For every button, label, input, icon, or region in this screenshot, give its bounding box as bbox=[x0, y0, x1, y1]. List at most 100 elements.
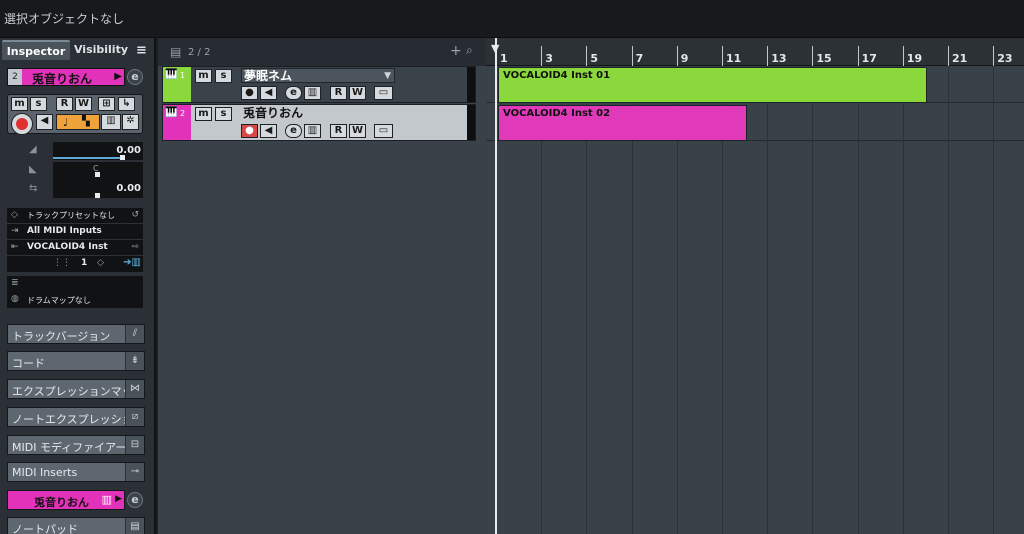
edit-instrument-button[interactable]: e bbox=[285, 86, 302, 100]
mute-button[interactable]: m bbox=[195, 107, 212, 121]
keyboard-icon[interactable]: ▥ bbox=[101, 114, 121, 130]
midi-part[interactable]: VOCALOID4 Inst 02 bbox=[498, 105, 747, 141]
lanes-icon[interactable]: ▭ bbox=[374, 86, 393, 100]
project-cursor[interactable] bbox=[495, 38, 497, 534]
read-automation-button[interactable]: R bbox=[56, 97, 73, 111]
routing-icon[interactable]: ↳ bbox=[118, 97, 135, 111]
search-icon[interactable]: ⌕ bbox=[466, 43, 473, 58]
grid-line bbox=[993, 66, 995, 534]
write-automation-button[interactable]: W bbox=[349, 86, 366, 100]
pan-fader[interactable]: C bbox=[53, 162, 143, 180]
notepad-icon: ▤ bbox=[125, 518, 144, 534]
instrument-icon: ◇ bbox=[97, 258, 104, 268]
channel-row[interactable]: ⋮⋮ 1 ◇ ➔▥ bbox=[7, 256, 143, 272]
keyboard-icon[interactable]: ▥ bbox=[304, 86, 321, 100]
edit-instrument-button[interactable]: e bbox=[285, 124, 302, 138]
collapse-arrow-icon[interactable]: ▶ bbox=[114, 71, 122, 82]
volume-knob[interactable] bbox=[120, 155, 125, 160]
record-enable-button[interactable] bbox=[11, 113, 33, 135]
output-routing-row[interactable]: ⇤ VOCALOID4 Inst ⇨ bbox=[7, 240, 143, 256]
bar-number: 9 bbox=[680, 52, 689, 65]
edit-instrument-button[interactable]: e bbox=[127, 69, 143, 85]
section-expression-map[interactable]: エクスプレッションマップ ⋈ bbox=[7, 379, 145, 399]
tab-visibility[interactable]: Visibility bbox=[72, 40, 130, 60]
edit-instrument-button[interactable]: e bbox=[127, 492, 143, 508]
note-icon: ♩ bbox=[63, 116, 69, 129]
gear-icon[interactable]: ✲ bbox=[122, 114, 139, 130]
drum-map-label[interactable]: ドラムマップなし bbox=[27, 295, 91, 306]
bar-marker bbox=[902, 46, 904, 66]
preset-row[interactable]: ◇ トラックプリセットなし ↺ bbox=[7, 208, 143, 224]
section-label: MIDI モディファイアー bbox=[12, 441, 127, 454]
track-row[interactable]: 🎹 1 m s 夢眠ネム ▼ ● ◀ e ▥ R W ▭ bbox=[162, 66, 476, 103]
track-edge bbox=[467, 105, 475, 140]
mute-button[interactable]: m bbox=[11, 97, 28, 111]
output-arrow-icon[interactable]: ⇨ bbox=[131, 242, 139, 252]
timebase-toggle[interactable]: ♩ ▚ bbox=[56, 114, 100, 130]
expression-map-icon: ⋈ bbox=[125, 380, 144, 398]
read-automation-button[interactable]: R bbox=[330, 86, 347, 100]
section-midi-inserts[interactable]: MIDI Inserts ⊸ bbox=[7, 462, 145, 482]
keyboard-icon[interactable]: ▥ bbox=[304, 124, 321, 138]
volume-fader[interactable]: 0.00 bbox=[53, 142, 143, 160]
write-automation-button[interactable]: W bbox=[349, 124, 366, 138]
output-routing-label: VOCALOID4 Inst bbox=[27, 242, 108, 252]
read-automation-button[interactable]: R bbox=[330, 124, 347, 138]
midi-part[interactable]: VOCALOID4 Inst 01 bbox=[498, 67, 928, 103]
part-name: VOCALOID4 Inst 02 bbox=[503, 108, 611, 119]
record-enable-button[interactable]: ● bbox=[241, 86, 258, 100]
write-automation-button[interactable]: W bbox=[75, 97, 92, 111]
project-window[interactable]: VOCALOID4 Inst 01 VOCALOID4 Inst 02 bbox=[486, 66, 1024, 534]
input-routing-row[interactable]: ⇥ All MIDI Inputs bbox=[7, 224, 143, 240]
monitor-button[interactable]: ◀ bbox=[260, 124, 277, 138]
solo-button[interactable]: s bbox=[215, 69, 232, 83]
section-note-expression[interactable]: ノートエクスプレッション ⧄ bbox=[7, 407, 145, 427]
section-midi-modifiers[interactable]: MIDI モディファイアー ⊟ bbox=[7, 435, 145, 455]
timeline-ruler[interactable]: 1 3 5 7 9 11 13 15 17 19 21 23 bbox=[486, 38, 1024, 66]
solo-button[interactable]: s bbox=[215, 107, 232, 121]
bar-marker bbox=[993, 46, 995, 66]
delay-fader[interactable]: 0.00 bbox=[53, 180, 143, 198]
bar-marker bbox=[767, 46, 769, 66]
cursor-marker-icon[interactable]: ▼ bbox=[491, 42, 499, 55]
track-number: 2 bbox=[180, 109, 186, 118]
track-edge bbox=[467, 67, 475, 102]
delay-knob[interactable] bbox=[95, 193, 100, 198]
section-notepad[interactable]: ノートパッド ▤ bbox=[7, 517, 145, 534]
reset-icon[interactable]: ↺ bbox=[131, 210, 139, 220]
track-row-selected[interactable]: 🎹 2 m s 兎音りおん ● ◀ e ▥ R W ▭ bbox=[162, 104, 476, 141]
grid-line bbox=[857, 66, 859, 534]
track-name-field[interactable]: 夢眠ネム ▼ bbox=[241, 68, 395, 83]
inspector-track-header[interactable]: 2 兎音りおん ▶ bbox=[7, 68, 125, 86]
bar-marker bbox=[722, 46, 723, 66]
monitor-button[interactable]: ◀ bbox=[260, 86, 277, 100]
drum-map-section: ≣ ◍ ドラムマップなし bbox=[7, 276, 143, 308]
mute-button[interactable]: m bbox=[195, 69, 212, 83]
lock-icon: ▚ bbox=[82, 116, 90, 127]
record-enable-button[interactable]: ● bbox=[241, 124, 258, 138]
pan-knob[interactable] bbox=[95, 172, 100, 177]
track-list-icon[interactable]: ▤ bbox=[170, 45, 181, 59]
track-name: 夢眠ネム bbox=[244, 69, 293, 83]
chevron-down-icon[interactable]: ▼ bbox=[384, 69, 391, 84]
preset-icon: ◇ bbox=[11, 210, 18, 220]
lanes-icon[interactable]: ▭ bbox=[374, 124, 393, 138]
track-name-field[interactable]: 兎音りおん bbox=[241, 106, 395, 121]
edit-keyboard-icon[interactable]: ➔▥ bbox=[123, 257, 141, 268]
tab-inspector[interactable]: Inspector bbox=[2, 40, 70, 60]
section-instrument[interactable]: 兎音りおん ▥ ▶ bbox=[7, 490, 125, 510]
grid-line bbox=[948, 66, 949, 534]
section-track-versions[interactable]: トラックバージョン ⫽ bbox=[7, 324, 145, 344]
track-body: m s 夢眠ネム ▼ ● ◀ e ▥ R W ▭ bbox=[191, 67, 477, 102]
solo-button[interactable]: s bbox=[30, 97, 47, 111]
add-track-icon[interactable]: + bbox=[450, 43, 462, 59]
inspector-menu-icon[interactable]: ≡ bbox=[136, 43, 147, 58]
monitor-button[interactable]: ◀ bbox=[36, 114, 53, 130]
delay-value: 0.00 bbox=[116, 183, 141, 194]
section-label: 兎音りおん bbox=[34, 496, 89, 509]
section-chords[interactable]: コード ⇟ bbox=[7, 351, 145, 371]
freeze-icon[interactable]: ⊞ bbox=[98, 97, 115, 111]
input-routing-label: All MIDI Inputs bbox=[27, 226, 102, 236]
inspector-track-name: 兎音りおん bbox=[32, 72, 93, 86]
bar-number: 19 bbox=[906, 52, 923, 65]
